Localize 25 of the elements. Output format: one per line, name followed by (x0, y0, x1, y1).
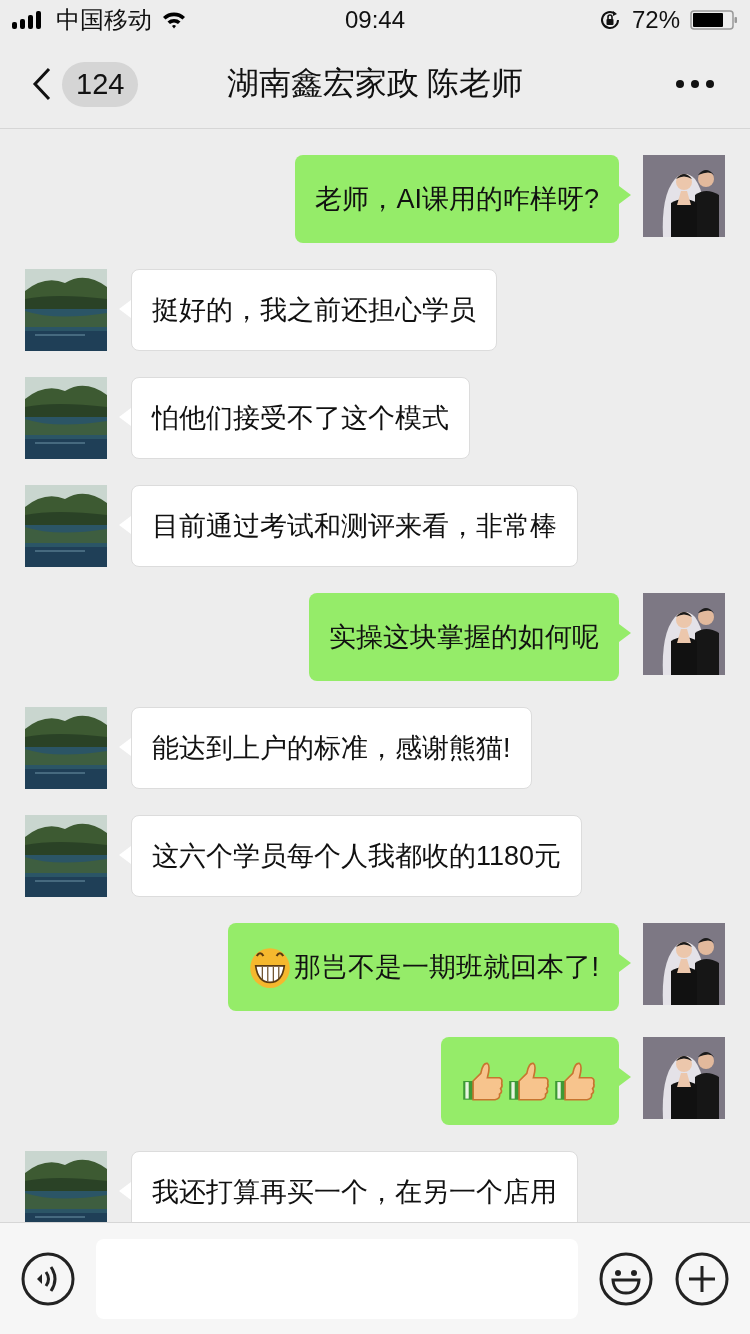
thumbs-up-icon (461, 1059, 505, 1103)
clock-time: 09:44 (344, 6, 406, 34)
message-text: 挺好的，我之前还担心学员 (152, 294, 476, 327)
grinning-emoji-icon (248, 945, 293, 989)
emoji-icon[interactable] (598, 1250, 654, 1307)
plus-icon[interactable] (674, 1250, 730, 1307)
message-text: 那岂不是一期班就回本了! (294, 951, 599, 984)
more-icon[interactable] (676, 79, 714, 89)
back-icon[interactable] (32, 67, 52, 101)
thumbs-up-icon (507, 1059, 551, 1103)
chat-title: 湖南鑫宏家政 陈老师 (226, 64, 524, 103)
message-text: 怕他们接受不了这个模式 (152, 402, 449, 435)
battery-icon (690, 10, 738, 30)
thumbs-up-icon (553, 1059, 597, 1103)
message-text: 目前通过考试和测评来看，非常棒 (152, 510, 557, 543)
carrier-name: 中国移动 (56, 5, 152, 35)
voice-icon[interactable] (20, 1250, 76, 1307)
message-text: 这六个学员每个人我都收的1180元 (152, 840, 562, 873)
unread-count[interactable]: 124 (62, 61, 139, 107)
battery-percent: 72% (631, 6, 680, 34)
wifi-icon (162, 11, 186, 29)
message-text: 我还打算再买一个，在另一个店用 (152, 1176, 557, 1209)
message-text: 老师，AI课用的咋样呀? (315, 183, 599, 216)
message-text: 能达到上户的标准，感谢熊猫! (152, 732, 511, 765)
message-text: 实操这块掌握的如何呢 (329, 621, 599, 654)
